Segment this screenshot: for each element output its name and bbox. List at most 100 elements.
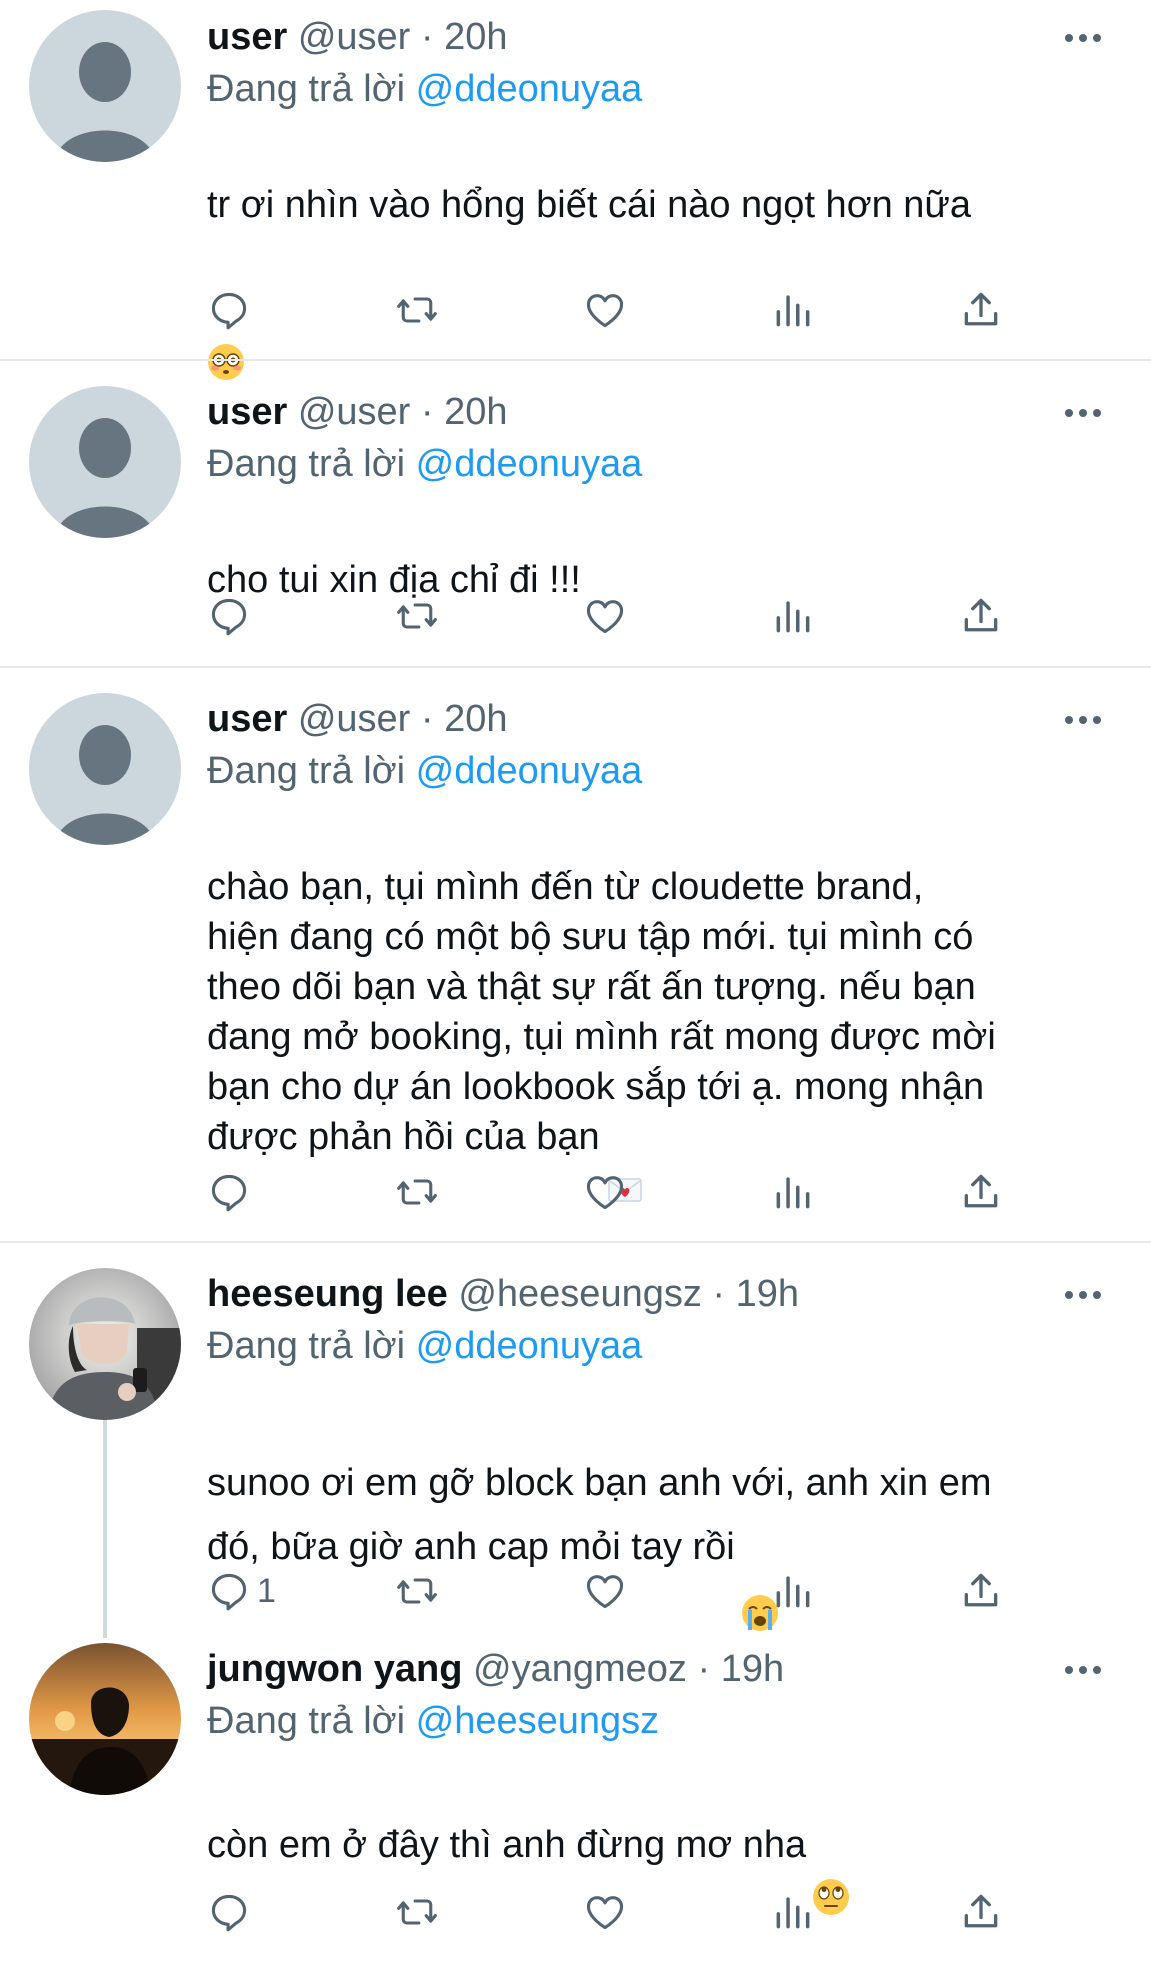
avatar[interactable]: [29, 1268, 181, 1420]
separator: ·: [410, 698, 445, 740]
reply-icon: [211, 598, 247, 636]
default-avatar-icon: [29, 693, 181, 845]
share-button[interactable]: [959, 286, 1003, 334]
profile-photo: [29, 1643, 181, 1795]
tweet-text: cho tui xin địa chỉ đi !!!: [207, 505, 1107, 605]
tweet[interactable]: user @user · 20h Đang trả lời @ddeonuyaa…: [0, 0, 1151, 380]
timestamp[interactable]: 19h: [736, 1273, 799, 1315]
tweet-text-content: tr ơi nhìn vào hổng biết cái nào ngọt hơ…: [207, 184, 972, 226]
display-name[interactable]: jungwon yang: [207, 1648, 462, 1690]
timestamp[interactable]: 20h: [444, 391, 507, 433]
tweet-actions: [207, 1168, 1027, 1216]
share-button[interactable]: [959, 1888, 1003, 1936]
tweet-actions: 1: [207, 1567, 1027, 1615]
tweet[interactable]: user @user · 20h Đang trả lời @ddeonuyaa…: [0, 361, 1151, 667]
reply-button[interactable]: 1: [207, 1567, 276, 1615]
like-button[interactable]: [583, 1567, 627, 1615]
like-button[interactable]: [583, 592, 627, 640]
display-name[interactable]: user: [207, 16, 287, 58]
retweet-button[interactable]: [395, 1168, 439, 1216]
share-button[interactable]: [959, 1567, 1003, 1615]
tweet[interactable]: user @user · 20h Đang trả lời @ddeonuyaa…: [0, 668, 1151, 1242]
like-button[interactable]: [583, 286, 627, 334]
share-icon: [964, 1894, 998, 1928]
handle[interactable]: @heeseungsz: [458, 1273, 702, 1315]
retweet-button[interactable]: [395, 1567, 439, 1615]
reply-button[interactable]: [207, 592, 257, 640]
replying-to: Đang trả lời @heeseungsz: [207, 1698, 659, 1744]
mention-link[interactable]: @ddeonuyaa: [416, 750, 643, 792]
mention-link[interactable]: @ddeonuyaa: [416, 443, 643, 485]
more-icon[interactable]: [1059, 28, 1107, 48]
tweet-header: user @user · 20h: [207, 14, 1071, 60]
tweet-header: jungwon yang @yangmeoz · 19h: [207, 1646, 1071, 1692]
profile-photo: [29, 1268, 181, 1420]
replying-prefix: Đang trả lời: [207, 68, 416, 110]
display-name[interactable]: user: [207, 391, 287, 433]
separator: ·: [410, 391, 445, 433]
views-button[interactable]: [771, 286, 815, 334]
retweet-button[interactable]: [395, 592, 439, 640]
tweet-header: heeseung lee @heeseungsz · 19h: [207, 1271, 1071, 1317]
reply-button[interactable]: [207, 1168, 257, 1216]
share-icon: [964, 1573, 998, 1607]
eye-roll-face-icon: [812, 1828, 850, 1915]
replying-prefix: Đang trả lời: [207, 443, 416, 485]
views-icon: [776, 1177, 810, 1209]
loudly-crying-face-icon: [741, 1530, 779, 1631]
separator: ·: [686, 1648, 721, 1690]
reply-button[interactable]: [207, 286, 257, 334]
tweet-text-content: còn em ở đây thì anh đừng mơ nha: [207, 1824, 807, 1866]
reply-icon: [211, 1174, 247, 1212]
views-button[interactable]: [771, 1567, 815, 1615]
replying-prefix: Đang trả lời: [207, 1325, 416, 1367]
replying-prefix: Đang trả lời: [207, 750, 416, 792]
views-button[interactable]: [771, 1888, 815, 1936]
share-button[interactable]: [959, 1168, 1003, 1216]
reply-icon: [211, 292, 247, 330]
handle[interactable]: @user: [298, 698, 411, 740]
reply-button[interactable]: [207, 1888, 257, 1936]
handle[interactable]: @yangmeoz: [473, 1648, 687, 1690]
display-name[interactable]: user: [207, 698, 287, 740]
retweet-button[interactable]: [395, 1888, 439, 1936]
more-icon[interactable]: [1059, 710, 1107, 730]
reply-icon: [211, 1573, 247, 1611]
avatar[interactable]: [29, 1643, 181, 1795]
avatar[interactable]: [29, 386, 181, 538]
timeline: user @user · 20h Đang trả lời @ddeonuyaa…: [0, 0, 1151, 1932]
tweet[interactable]: heeseung lee @heeseungsz · 19h Đang trả …: [0, 1243, 1151, 1643]
mention-link[interactable]: @ddeonuyaa: [416, 68, 643, 110]
views-button[interactable]: [771, 592, 815, 640]
tweet-text-content: chào bạn, tụi mình đến từ cloudette bran…: [207, 866, 996, 1158]
tweet-text: chào bạn, tụi mình đến từ cloudette bran…: [207, 812, 1107, 1202]
more-icon[interactable]: [1059, 403, 1107, 423]
replying-to: Đang trả lời @ddeonuyaa: [207, 66, 642, 112]
more-icon[interactable]: [1059, 1285, 1107, 1305]
views-button[interactable]: [771, 1168, 815, 1216]
replying-to: Đang trả lời @ddeonuyaa: [207, 1323, 642, 1369]
avatar[interactable]: [29, 693, 181, 845]
share-button[interactable]: [959, 592, 1003, 640]
like-button[interactable]: [583, 1888, 627, 1936]
retweet-icon: [397, 603, 437, 629]
avatar[interactable]: [29, 10, 181, 162]
more-icon[interactable]: [1059, 1660, 1107, 1680]
timestamp[interactable]: 20h: [444, 698, 507, 740]
mention-link[interactable]: @heeseungsz: [416, 1700, 660, 1742]
like-icon: [586, 1575, 624, 1609]
timestamp[interactable]: 19h: [721, 1648, 784, 1690]
timestamp[interactable]: 20h: [444, 16, 507, 58]
display-name[interactable]: heeseung lee: [207, 1273, 448, 1315]
replying-prefix: Đang trả lời: [207, 1700, 416, 1742]
views-icon: [776, 601, 810, 633]
share-icon: [964, 292, 998, 326]
handle[interactable]: @user: [298, 16, 411, 58]
tweet-text: còn em ở đây thì anh đừng mơ nha: [207, 1770, 1107, 1915]
share-icon: [964, 1174, 998, 1208]
tweet[interactable]: jungwon yang @yangmeoz · 19h Đang trả lờ…: [0, 1618, 1151, 1932]
handle[interactable]: @user: [298, 391, 411, 433]
retweet-button[interactable]: [395, 286, 439, 334]
mention-link[interactable]: @ddeonuyaa: [416, 1325, 643, 1367]
like-button[interactable]: [583, 1168, 627, 1216]
